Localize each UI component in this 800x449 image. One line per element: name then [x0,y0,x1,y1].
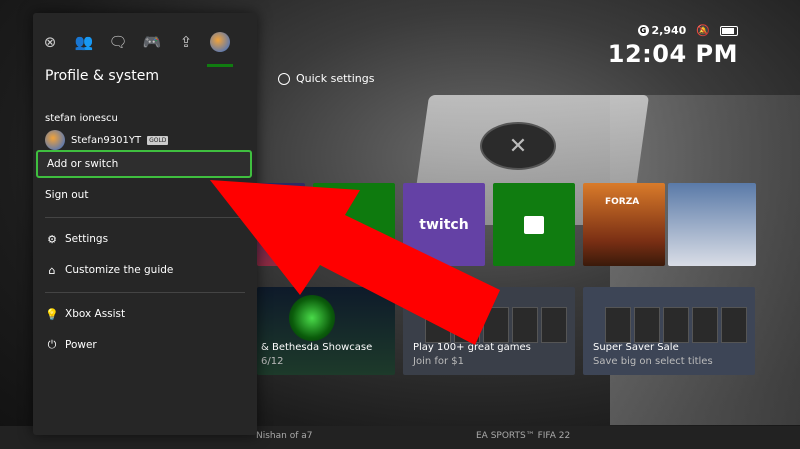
settings-button[interactable]: ⚙ Settings [36,225,252,253]
tile-games-sub: Join for $1 [413,356,465,367]
xbox-assist-label: Xbox Assist [65,308,126,320]
tile-game-pass[interactable] [313,183,395,266]
tile-forza[interactable]: FORZA [583,183,665,266]
gamertag: Stefan9301YT [71,134,142,146]
tile-sale-title: Super Saver Sale [593,342,679,353]
console-xbox-logo: ✕ [480,122,556,170]
status-bar: G 2,940 🔕 [637,24,738,37]
tile-bethesda-showcase[interactable]: & Bethesda Showcase 6/12 [257,287,395,375]
tile-games-title: Play 100+ great games [413,342,531,353]
tile-bethesda-sub: 6/12 [261,356,284,367]
avatar [45,130,65,150]
tile-game-pass-offer[interactable]: Play 100+ great games Join for $1 [403,287,575,375]
quick-settings-label: Quick settings [296,72,375,85]
share-icon: ⇪ [179,33,193,51]
gear-icon: ⚙ [47,232,57,246]
tab-controller[interactable]: 🎮 [135,25,169,59]
tile-fifa-promo[interactable] [668,183,756,266]
profile-icon [210,32,230,52]
quick-settings-icon [278,72,290,85]
xbox-orb-icon [289,295,335,341]
quick-settings[interactable]: Quick settings [278,72,374,85]
gamertag-row: Stefan9301YT GOLD [45,130,169,150]
guide-panel: ⊗ 👥 🗨 🎮 ⇪ Profile & system stefan ionesc… [33,13,257,435]
power-button[interactable]: ⏻ Power [36,331,252,359]
settings-label: Settings [65,233,109,245]
user-name: stefan ionescu [45,113,118,124]
people-icon: 👥 [74,33,94,51]
power-label: Power [65,339,97,351]
tab-chat[interactable]: 🗨 [101,25,135,59]
tile-bethesda-title: & Bethesda Showcase [261,342,373,353]
guide-title: Profile & system [45,68,159,84]
clock: 12:04 PM [607,40,738,68]
mute-icon: 🔕 [696,24,710,37]
tab-xbox[interactable]: ⊗ [33,25,67,59]
xbox-icon: ⊗ [43,33,57,51]
store-icon [524,215,544,234]
tile-store[interactable] [493,183,575,266]
bottom-right-label: EA SPORTS™ FIFA 22 [476,431,571,441]
xbox-assist-button[interactable]: 💡 Xbox Assist [36,300,252,328]
add-or-switch-label: Add or switch [47,158,119,170]
add-or-switch-button[interactable]: Add or switch [36,150,252,178]
divider [45,292,245,293]
gold-badge: GOLD [147,135,169,145]
battery-icon [720,25,738,36]
tile-twitch[interactable]: twitch [403,183,485,266]
home-icon: ⌂ [48,263,56,277]
tile-sale-sub: Save big on select titles [593,356,713,367]
tab-profile[interactable] [203,25,237,67]
tab-share[interactable]: ⇪ [169,25,203,59]
game-covers [425,307,567,343]
customize-guide-button[interactable]: ⌂ Customize the guide [36,256,252,284]
bottom-left-label: Nishan of a7 [256,431,313,441]
sale-covers [605,307,747,343]
power-icon: ⏻ [47,338,57,351]
customize-guide-label: Customize the guide [65,264,174,276]
gamerscore-value: 2,940 [651,24,687,37]
sign-out-button[interactable]: Sign out [36,181,252,209]
sign-out-label: Sign out [45,189,89,201]
tile-fifa-label: FIFA21 [265,187,292,195]
lightbulb-icon: 💡 [45,307,59,321]
guide-tabs: ⊗ 👥 🗨 🎮 ⇪ [33,25,257,67]
tile-super-saver-sale[interactable]: Super Saver Sale Save big on select titl… [583,287,755,375]
divider [45,217,245,218]
gamerscore-icon: G [637,25,649,36]
tile-forza-label: FORZA [605,197,640,207]
tile-fifa[interactable]: FIFA21 [257,183,305,266]
controller-icon: 🎮 [142,33,162,51]
gamerscore: G 2,940 [637,24,687,37]
tile-twitch-label: twitch [419,216,469,233]
chat-icon: 🗨 [108,33,128,51]
tab-people[interactable]: 👥 [67,25,101,59]
